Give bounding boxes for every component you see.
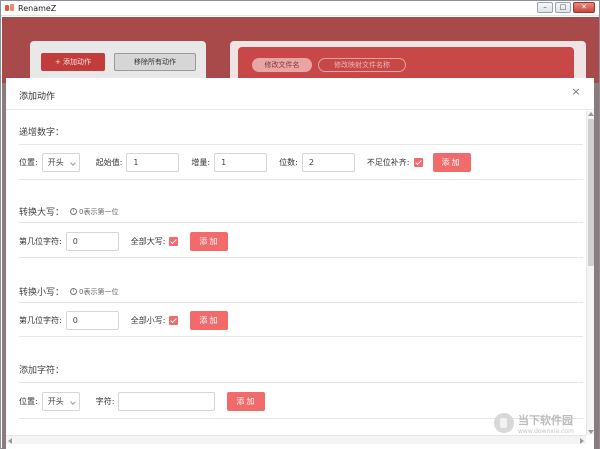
vertical-scrollbar[interactable] (586, 111, 594, 435)
add-chars-title: 添加字符： (19, 366, 65, 376)
char-position-label: 第几位字符: (19, 236, 62, 246)
watermark-logo-icon (494, 413, 514, 433)
lowercase-title: 转换小写： (19, 288, 65, 298)
increment-title: 递增数字： (19, 128, 65, 138)
char-position-label: 第几位字符: (19, 315, 62, 325)
divider (19, 222, 583, 223)
app-logo-icon (5, 4, 15, 12)
chevron-down-icon (69, 398, 76, 405)
scroll-left-icon[interactable] (8, 438, 12, 444)
divider (19, 257, 583, 258)
minimize-button[interactable]: – (537, 2, 553, 13)
increment-row: 位置: 开头 起始值: 1 增量: 1 位数: 2 不足位补齐: 添加 (19, 152, 583, 172)
chars-label: 字符: (95, 396, 115, 406)
divider (19, 179, 583, 180)
window-title: RenameZ (18, 3, 57, 13)
window-controls: – □ ✕ (537, 2, 595, 13)
maximize-button[interactable]: □ (555, 2, 571, 13)
all-uppercase-checkbox[interactable] (169, 236, 179, 246)
lowercase-add-button[interactable]: 添加 (190, 310, 229, 330)
background-remove-all-button: 移除所有动作 (114, 53, 196, 71)
section-title: 转换小写： i 0表示第一位 (19, 285, 118, 299)
lowercase-char-position-input[interactable]: 0 (65, 310, 119, 330)
dialog-header: 添加动作 × (6, 78, 594, 110)
scroll-up-icon[interactable] (588, 112, 594, 116)
step-label: 增量: (191, 157, 211, 167)
step-input[interactable]: 1 (214, 152, 268, 172)
all-lowercase-checkbox[interactable] (169, 315, 179, 325)
chevron-down-icon (69, 159, 76, 166)
watermark: 当下软件园 www.downxia.com (494, 406, 590, 440)
close-icon[interactable]: × (571, 86, 581, 97)
increment-add-button[interactable]: 添加 (432, 152, 471, 172)
scrollbar-thumb[interactable] (588, 119, 594, 266)
app-window: RenameZ – □ ✕ + 添加动作 移除所有动作 修改文件名 修改映射文件… (0, 0, 600, 449)
divider (19, 382, 583, 383)
add-chars-position-select[interactable]: 开头 (41, 391, 80, 411)
uppercase-title: 转换大写： (19, 208, 65, 218)
watermark-title: 当下软件园 (518, 413, 573, 427)
divider (19, 336, 583, 337)
lowercase-hint: i 0表示第一位 (70, 287, 118, 297)
title-bar: RenameZ – □ ✕ (1, 1, 599, 16)
digits-input[interactable]: 2 (301, 152, 355, 172)
all-uppercase-label: 全部大写: (130, 236, 166, 246)
uppercase-char-position-input[interactable]: 0 (65, 231, 119, 251)
all-lowercase-label: 全部小写: (130, 315, 166, 325)
uppercase-add-button[interactable]: 添加 (190, 231, 229, 251)
section-title: 添加字符： (19, 363, 64, 376)
position-label: 位置: (19, 396, 38, 406)
background-tab-rename: 修改文件名 (252, 58, 312, 72)
close-window-button[interactable]: ✕ (573, 2, 595, 13)
divider (19, 144, 583, 145)
pad-checkbox[interactable] (413, 157, 423, 167)
divider (19, 302, 583, 303)
position-label: 位置: (19, 157, 38, 167)
start-value-input[interactable]: 1 (126, 152, 180, 172)
dialog-title: 添加动作 (19, 92, 56, 102)
pad-label: 不足位补齐: (366, 157, 410, 167)
digits-label: 位数: (279, 157, 298, 167)
section-title: 转换大写： i 0表示第一位 (19, 205, 118, 219)
info-icon: i (70, 288, 78, 295)
background-add-action-button: + 添加动作 (41, 53, 105, 71)
lowercase-row: 第几位字符: 0 全部小写: 添加 (19, 310, 583, 330)
background-tab-mapping: 修改映射文件名称 (318, 58, 406, 72)
dialog-body: 递增数字： 位置: 开头 起始值: 1 增量: 1 位数: 2 不足位补齐: 添… (6, 111, 586, 435)
info-icon: i (70, 208, 78, 215)
add-chars-add-button[interactable]: 添加 (227, 391, 266, 411)
start-value-label: 起始值: (95, 157, 123, 167)
add-action-dialog: 添加动作 × 递增数字： 位置: 开头 起始值: 1 增量: 1 位数: 2 不… (6, 78, 594, 449)
uppercase-row: 第几位字符: 0 全部大写: 添加 (19, 231, 583, 251)
chars-input[interactable] (118, 391, 216, 411)
position-select[interactable]: 开头 (41, 152, 80, 172)
uppercase-hint: i 0表示第一位 (70, 207, 118, 217)
watermark-url: www.downxia.com (518, 427, 574, 435)
section-title: 递增数字： (19, 125, 64, 138)
